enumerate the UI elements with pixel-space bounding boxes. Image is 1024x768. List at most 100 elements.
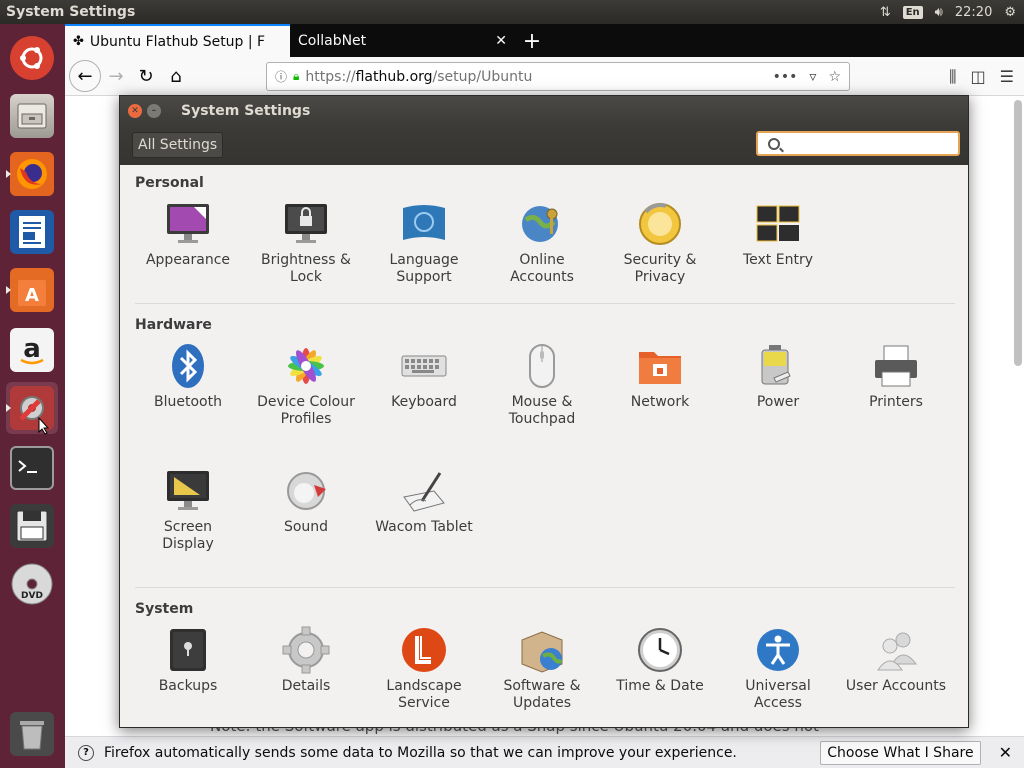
item-software-updates[interactable]: Software & Updates (483, 626, 601, 712)
item-security-privacy[interactable]: Security & Privacy (601, 200, 719, 286)
window-minimize-button[interactable]: – (147, 103, 161, 118)
settings-content: Personal Appearance Brightness & Lock Lan… (120, 165, 968, 727)
url-text[interactable]: https://flathub.org/setup/Ubuntu (305, 69, 532, 85)
settings-search-field[interactable] (756, 131, 960, 156)
item-label: Keyboard (391, 394, 457, 410)
back-button[interactable]: ← (69, 60, 101, 92)
page-scrollbar[interactable] (1014, 100, 1022, 366)
item-keyboard[interactable]: Keyboard (365, 342, 483, 411)
item-label: Language Support (389, 252, 459, 285)
keyboard-icon (400, 342, 448, 390)
section-title-hardware: Hardware (135, 317, 212, 333)
item-label: Sound (283, 519, 329, 535)
item-text-entry[interactable]: Text Entry (719, 200, 837, 269)
network-transfer-icon[interactable]: ⇅ (880, 5, 891, 20)
item-screen-display[interactable]: Screen Display (129, 467, 247, 553)
save-disk-launcher[interactable] (6, 500, 58, 552)
new-tab-button[interactable]: + (515, 27, 549, 57)
library-icon[interactable]: ⫼ (949, 67, 956, 87)
tab-collabnet[interactable]: CollabNet ✕ (290, 24, 515, 57)
writer-launcher[interactable] (6, 206, 58, 258)
sidebar-icon[interactable]: ◫ (971, 67, 986, 86)
item-label: Online Accounts (510, 252, 574, 285)
color-flower-icon (282, 342, 330, 390)
volume-icon[interactable]: 🔊︎ (935, 5, 943, 20)
item-landscape-service[interactable]: Landscape Service (365, 626, 483, 712)
question-icon: ? (78, 744, 94, 761)
lock-icon[interactable]: 🔒︎ (293, 69, 299, 84)
amazon-launcher[interactable]: a (6, 324, 58, 376)
ubuntu-dash-button[interactable] (6, 32, 58, 84)
all-settings-button[interactable]: All Settings (132, 132, 224, 158)
item-universal-access[interactable]: Universal Access (719, 626, 837, 712)
item-wacom-tablet[interactable]: Wacom Tablet (365, 467, 483, 536)
unity-launcher: A a DVD (0, 24, 65, 768)
globe-keys-icon (518, 200, 566, 248)
safe-backups-icon (164, 626, 212, 674)
item-bluetooth[interactable]: Bluetooth (129, 342, 247, 411)
item-network[interactable]: Network (601, 342, 719, 411)
terminal-launcher[interactable] (6, 442, 58, 494)
clock[interactable]: 22:20 (955, 5, 992, 20)
system-settings-launcher[interactable] (6, 382, 58, 434)
notification-bar: ? Firefox automatically sends some data … (65, 736, 1024, 768)
svg-text:a: a (23, 334, 41, 364)
item-appearance[interactable]: Appearance (129, 200, 247, 269)
active-window-title: System Settings (6, 4, 136, 20)
item-sound[interactable]: Sound (247, 467, 365, 536)
search-input[interactable] (788, 136, 948, 151)
url-bar[interactable]: ⓘ 🔒︎ https://flathub.org/setup/Ubuntu ••… (266, 62, 850, 91)
choose-what-i-share-button[interactable]: Choose What I Share (820, 740, 981, 765)
home-button[interactable]: ⌂ (161, 61, 191, 91)
info-icon[interactable]: ⓘ (275, 68, 287, 85)
mouse-cursor-icon (38, 416, 50, 439)
reload-button[interactable]: ↻ (131, 61, 161, 91)
battery-plug-icon (754, 342, 802, 390)
forward-button[interactable]: → (101, 61, 131, 91)
network-folder-icon (636, 342, 684, 390)
item-online-accounts[interactable]: Online Accounts (483, 200, 601, 286)
window-close-button[interactable]: ✕ (128, 103, 142, 118)
firefox-launcher[interactable] (6, 148, 58, 200)
pocket-icon[interactable]: ▿ (809, 69, 816, 85)
item-label: Brightness & Lock (261, 252, 351, 285)
clock-icon (636, 626, 684, 674)
item-label: Wacom Tablet (375, 519, 473, 535)
shopping-bag-icon: A (10, 268, 54, 312)
indicator-area: ⇅ En 🔊︎ 22:20 ⚙ (880, 5, 1024, 20)
item-label: Details (281, 678, 331, 694)
item-device-colour-profiles[interactable]: Device Colour Profiles (247, 342, 365, 428)
item-printers[interactable]: Printers (837, 342, 955, 411)
trash-launcher[interactable] (6, 708, 58, 760)
item-backups[interactable]: Backups (129, 626, 247, 695)
close-icon[interactable]: ✕ (495, 33, 507, 49)
hamburger-menu-icon[interactable]: ☰ (1000, 67, 1014, 86)
window-titlebar[interactable]: ✕ – System Settings (120, 96, 968, 125)
software-center-launcher[interactable]: A (6, 264, 58, 316)
item-label: Mouse & Touchpad (508, 394, 576, 427)
gear-icon[interactable]: ⚙ (1004, 5, 1016, 20)
item-details[interactable]: Details (247, 626, 365, 695)
item-time-date[interactable]: Time & Date (601, 626, 719, 695)
files-launcher[interactable] (6, 90, 58, 142)
item-brightness-lock[interactable]: Brightness & Lock (247, 200, 365, 286)
item-language-support[interactable]: Language Support (365, 200, 483, 286)
dvd-launcher[interactable]: DVD (6, 558, 58, 610)
item-label: Screen Display (162, 519, 214, 552)
item-label: Security & Privacy (623, 252, 697, 285)
close-icon[interactable]: ✕ (999, 743, 1012, 762)
screen-display-icon (164, 467, 212, 515)
language-flag-icon (400, 200, 448, 248)
bookmark-star-icon[interactable]: ☆ (828, 69, 841, 85)
tab-label: Ubuntu Flathub Setup | F (89, 33, 266, 50)
users-icon (872, 626, 920, 674)
item-label: Backups (158, 678, 218, 694)
item-mouse-touchpad[interactable]: Mouse & Touchpad (483, 342, 601, 428)
speaker-sound-icon (282, 467, 330, 515)
item-power[interactable]: Power (719, 342, 837, 411)
tab-flathub-setup[interactable]: ✤ Ubuntu Flathub Setup | F (65, 24, 290, 57)
keyboard-layout-indicator[interactable]: En (902, 5, 923, 19)
page-actions-icon[interactable]: ••• (773, 69, 798, 85)
section-title-system: System (135, 601, 194, 617)
item-user-accounts[interactable]: User Accounts (837, 626, 955, 695)
